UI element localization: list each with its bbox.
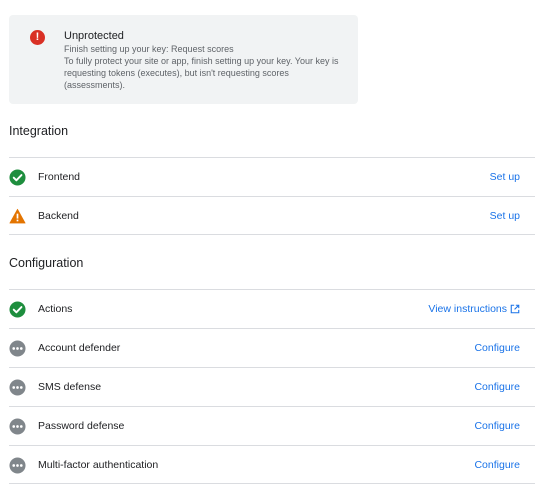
more-horiz-circle-icon — [9, 418, 26, 435]
action-label: Configure — [474, 420, 520, 432]
more-horiz-circle-icon — [9, 457, 26, 474]
action-label: Configure — [474, 459, 520, 471]
configure-account-defender-button[interactable]: Configure — [474, 341, 520, 355]
alert-line: To fully protect your site or app, finis… — [64, 56, 339, 66]
integration-row-frontend: Frontend Set up — [9, 157, 535, 196]
integration-row-backend: Backend Set up — [9, 196, 535, 235]
row-label: Actions — [38, 303, 73, 315]
check-circle-icon — [9, 169, 26, 186]
alert-message: Finish setting up your key: Request scor… — [64, 43, 349, 91]
check-circle-icon — [9, 301, 26, 318]
alert-line: requesting tokens (executes), but isn't … — [64, 68, 289, 78]
configuration-row-password-defense: Password defense Configure — [9, 406, 535, 445]
open-in-new-icon — [510, 304, 520, 314]
configure-sms-defense-button[interactable]: Configure — [474, 380, 520, 394]
row-label: Account defender — [38, 342, 121, 354]
configuration-heading: Configuration — [9, 256, 84, 270]
action-label: Set up — [489, 210, 520, 222]
integration-heading: Integration — [9, 124, 69, 138]
row-label: Multi-factor authentication — [38, 459, 159, 471]
alert-line: (assessments). — [64, 80, 126, 90]
more-horiz-circle-icon — [9, 340, 26, 357]
configure-multi-factor-authentication-button[interactable]: Configure — [474, 458, 520, 472]
warning-triangle-icon — [9, 208, 26, 224]
action-label: Configure — [474, 342, 520, 354]
configuration-row-sms-defense: SMS defense Configure — [9, 367, 535, 406]
more-horiz-circle-icon — [9, 379, 26, 396]
configuration-row-multi-factor-authentication: Multi-factor authentication Configure — [9, 445, 535, 484]
error-icon: ! — [30, 30, 45, 45]
alert-title: Unprotected — [64, 30, 124, 42]
set-up-backend-button[interactable]: Set up — [490, 209, 520, 223]
set-up-frontend-button[interactable]: Set up — [490, 170, 520, 184]
action-label: Configure — [474, 381, 520, 393]
configure-password-defense-button[interactable]: Configure — [474, 419, 520, 433]
unprotected-alert: ! Unprotected Finish setting up your key… — [9, 15, 358, 104]
view-instructions-link[interactable]: View instructions — [428, 302, 520, 316]
action-label: View instructions — [428, 303, 507, 315]
configuration-row-account-defender: Account defender Configure — [9, 328, 535, 367]
row-label: Frontend — [38, 171, 81, 183]
row-label: SMS defense — [38, 381, 102, 393]
alert-line: Finish setting up your key: Request scor… — [64, 44, 234, 54]
action-label: Set up — [489, 171, 520, 183]
row-label: Backend — [38, 210, 79, 222]
configuration-row-actions: Actions View instructions — [9, 289, 535, 328]
row-label: Password defense — [38, 420, 125, 432]
